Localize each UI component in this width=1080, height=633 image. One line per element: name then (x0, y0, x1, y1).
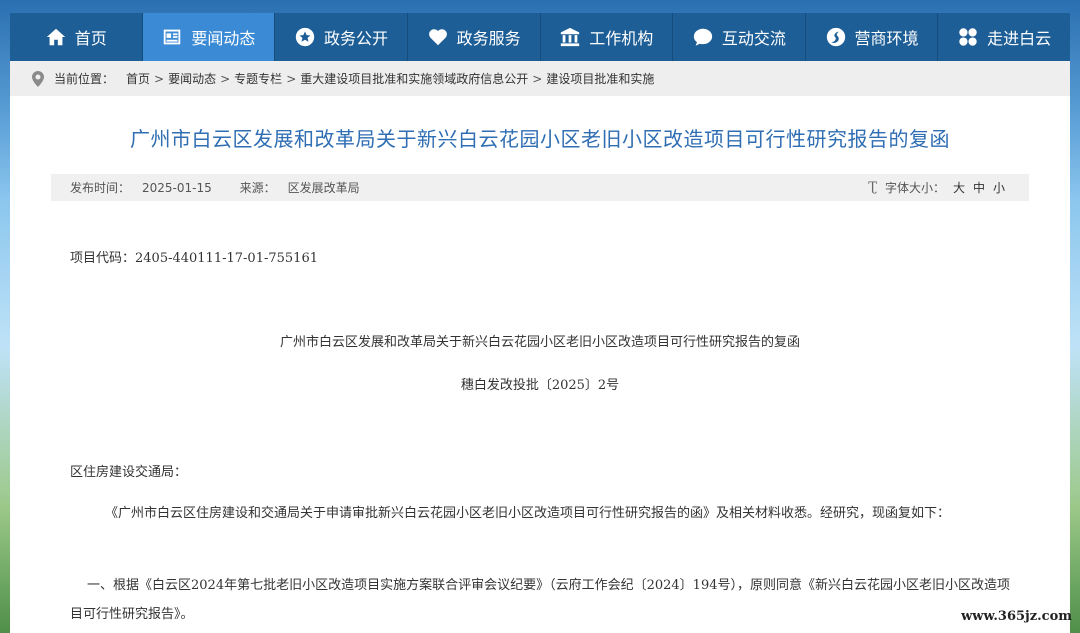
breadcrumb-item-major-projects[interactable]: 重大建设项目批准和实施领域政府信息公开 (300, 70, 528, 87)
nav-item-label: 互动交流 (721, 29, 786, 48)
nav-item-label: 工作机构 (589, 29, 654, 48)
font-size-label: 字体大小： (884, 181, 945, 195)
business-swirl-icon (826, 27, 845, 47)
nav-item-label: 首页 (74, 29, 107, 48)
article-meta-bar: 发布时间： 2025-01-15 来源： 区发展改革局 Ʈ 字体大小： 大 中 小 (51, 174, 1029, 201)
breadcrumb-item-news[interactable]: 要闻动态 (168, 70, 216, 87)
recipient: 区住房建设交通局： (70, 465, 188, 480)
nav-item-business[interactable]: 营商环境 (806, 13, 939, 61)
breadcrumb-prefix: 当前位置： (54, 72, 115, 86)
nav-item-label: 走进白云 (987, 29, 1052, 48)
nav-item-gov-open[interactable]: 政务公开 (275, 13, 408, 61)
nav-item-about[interactable]: 走进白云 (938, 13, 1070, 61)
news-card-icon (164, 29, 181, 45)
home-icon (46, 28, 65, 46)
publish-date: 发布时间： 2025-01-15 (70, 181, 212, 195)
nav-item-label: 营商环境 (854, 29, 919, 48)
nav-item-interaction[interactable]: 互动交流 (673, 13, 806, 61)
nav-item-news[interactable]: 要闻动态 (142, 13, 276, 61)
breadcrumb-item-topics[interactable]: 专题专栏 (234, 70, 282, 87)
chat-bubble-icon (693, 28, 713, 46)
star-circle-icon (295, 27, 315, 47)
font-size-medium-button[interactable]: 中 (973, 179, 985, 196)
building-icon (561, 27, 580, 47)
nav-item-label: 政务服务 (456, 29, 521, 48)
nav-item-agencies[interactable]: 工作机构 (541, 13, 674, 61)
breadcrumb-separator: > (154, 71, 165, 86)
font-size-large-button[interactable]: 大 (953, 179, 965, 196)
nav-item-label: 要闻动态 (191, 29, 256, 48)
breadcrumb-separator: > (532, 71, 543, 86)
body-paragraph: 《广州市白云区住房建设和交通局关于申请审批新兴白云花园小区老旧小区改造项目可行性… (105, 506, 951, 521)
nav-item-home[interactable]: 首页 (10, 13, 143, 61)
breadcrumb-separator: > (286, 71, 297, 86)
font-size-small-button[interactable]: 小 (993, 179, 1005, 196)
project-code: 项目代码：2405-440111-17-01-755161 (70, 251, 318, 266)
document-number: 穗白发改投批〔2025〕2号 (460, 378, 620, 393)
main-nav: 首页 要闻动态 政务公开 政务服务 工作机构 互动交流 营商环境 走进白云 (10, 13, 1070, 61)
breadcrumb-item-project-approval[interactable]: 建设项目批准和实施 (546, 70, 654, 87)
document-title: 广州市白云区发展和改革局关于新兴白云花园小区老旧小区改造项目可行性研究报告的复函 (279, 335, 800, 350)
article-source: 来源： 区发展改革局 (239, 181, 360, 195)
article-page: 当前位置： 首页 > 要闻动态 > 专题专栏 > 重大建设项目批准和实施领域政府… (10, 61, 1070, 633)
nav-item-label: 政务公开 (324, 29, 389, 48)
breadcrumb-item-home[interactable]: 首页 (126, 70, 150, 87)
clover-icon (959, 28, 977, 46)
text-size-icon: Ʈ (868, 180, 877, 195)
location-pin-icon (32, 70, 44, 87)
heart-icon (428, 29, 447, 46)
nav-item-gov-service[interactable]: 政务服务 (408, 13, 541, 61)
site-watermark: www.365jz.com (961, 609, 1072, 624)
body-paragraph: 一、根据《白云区2024年第七批老旧小区改造项目实施方案联合评审会议纪要》（云府… (70, 578, 1010, 622)
font-size-control: Ʈ 字体大小： 大 中 小 (868, 179, 1005, 196)
breadcrumb: 当前位置： 首页 > 要闻动态 > 专题专栏 > 重大建设项目批准和实施领域政府… (10, 61, 1070, 96)
breadcrumb-separator: > (220, 71, 231, 86)
page-title: 广州市白云区发展和改革局关于新兴白云花园小区老旧小区改造项目可行性研究报告的复函 (130, 127, 950, 151)
